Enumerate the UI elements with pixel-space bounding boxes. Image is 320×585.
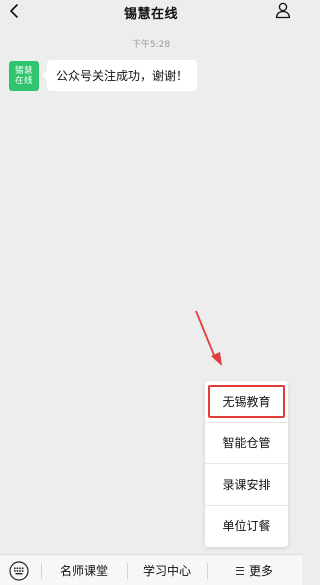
tab-learning-center[interactable]: 学习中心: [127, 555, 207, 585]
menu-item-recording-schedule[interactable]: 录课安排: [205, 464, 288, 505]
bottom-menu-bar: 名师课堂 学习中心 更多: [0, 554, 302, 585]
avatar[interactable]: 锡慧在线: [9, 61, 39, 91]
tab-label: 学习中心: [142, 564, 191, 578]
menu-item-unit-meal-order[interactable]: 单位订餐: [205, 505, 288, 546]
keyboard-icon[interactable]: [9, 561, 29, 581]
popup-menu: 无锡教育 智能仓管 录课安排 单位订餐: [205, 381, 288, 547]
tab-more[interactable]: 更多: [207, 555, 302, 585]
menu-item-label: 录课安排: [222, 478, 271, 492]
message-bubble[interactable]: 公众号关注成功，谢谢！: [41, 60, 198, 91]
avatar-label: 锡慧在线: [14, 66, 33, 86]
message-timestamp: 下午5:28: [131, 40, 171, 50]
page-title: 锡慧在线: [123, 7, 178, 22]
navbar: 锡慧在线: [0, 0, 302, 26]
menu-item-smart-warehouse[interactable]: 智能仓管: [205, 422, 288, 463]
tab-label: 更多: [248, 564, 273, 578]
tab-label: 名师课堂: [59, 564, 108, 578]
menu-item-label: 单位订餐: [222, 519, 271, 533]
user-icon[interactable]: [274, 1, 292, 19]
highlight-box: [208, 385, 285, 418]
menu-item-label: 智能仓管: [222, 436, 271, 450]
message-text: 公众号关注成功，谢谢！: [56, 69, 189, 83]
tab-teacher-class[interactable]: 名师课堂: [41, 555, 127, 585]
menu-icon: [235, 566, 244, 575]
